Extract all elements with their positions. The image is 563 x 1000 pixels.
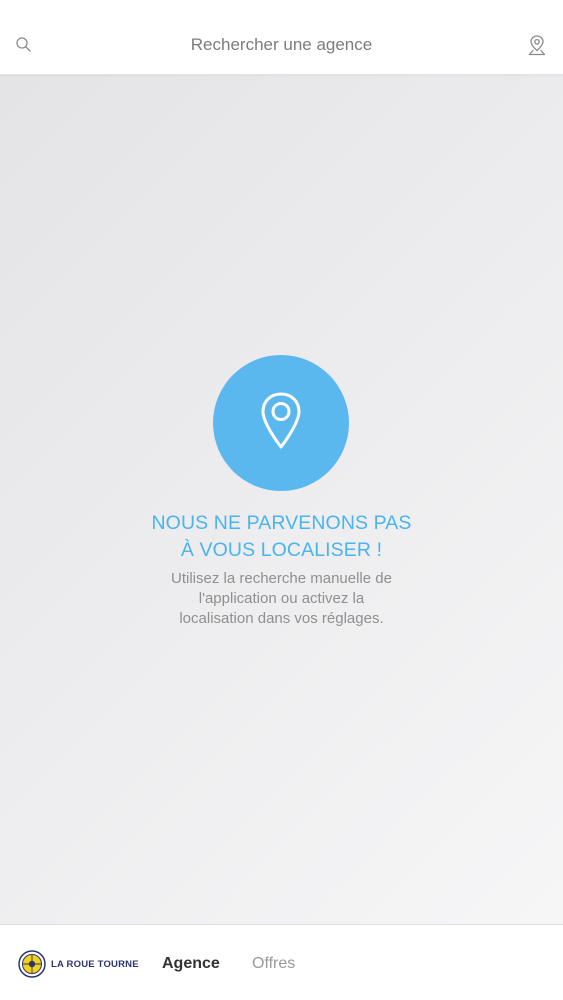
tab-offres[interactable]: Offres [252, 955, 295, 973]
description-line: localisation dans vos réglages. [179, 610, 384, 627]
bottom-tab-bar: LA ROUE TOURNE Agence Offres [0, 924, 563, 1000]
location-error-title: NOUS NE PARVENONS PAS À VOUS LOCALISER ! [60, 510, 503, 564]
app-screen: Rechercher une agence NOUS NE PARVENONS … [0, 0, 563, 1000]
brand-logo[interactable]: LA ROUE TOURNE [18, 950, 139, 980]
title-line: NOUS NE PARVENONS PAS [151, 512, 412, 534]
search-header: Rechercher une agence [0, 0, 563, 75]
search-input[interactable]: Rechercher une agence [80, 35, 483, 55]
description-line: Utilisez la recherche manuelle de [171, 570, 392, 587]
empty-state-area: NOUS NE PARVENONS PAS À VOUS LOCALISER !… [0, 75, 563, 924]
location-pin-icon[interactable] [527, 34, 547, 56]
title-line: À VOUS LOCALISER ! [180, 539, 383, 561]
logo-badge-icon [18, 950, 46, 978]
logo-text: LA ROUE TOURNE [51, 959, 139, 970]
location-pin-badge [213, 355, 349, 491]
location-pin-icon [261, 392, 301, 449]
location-error-description: Utilisez la recherche manuelle de l'appl… [120, 569, 443, 629]
description-line: l'application ou activez la [198, 590, 365, 607]
search-icon[interactable] [14, 35, 34, 55]
tab-agence[interactable]: Agence [162, 955, 220, 973]
